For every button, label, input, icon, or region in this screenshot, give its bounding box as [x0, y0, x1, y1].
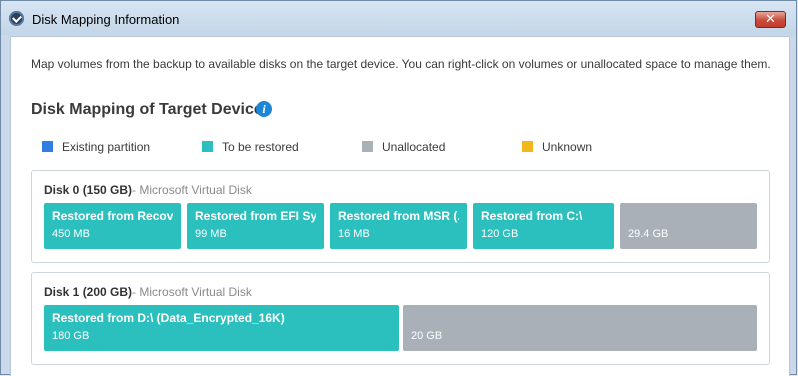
partition-recovery[interactable]: Restored from Recov. 450 MB — [44, 203, 181, 249]
disk-model: - Microsoft Virtual Disk — [132, 183, 252, 197]
legend-label: Unknown — [542, 140, 593, 154]
disk-1-panel: Disk 1 (200 GB)- Microsoft Virtual Disk … — [31, 272, 770, 365]
legend-label: To be restored — [222, 140, 299, 154]
info-icon[interactable]: i — [256, 101, 272, 117]
legend-item-unallocated: Unallocated — [362, 140, 445, 154]
partition-label: Restored from D:\ (Data_Encrypted_16K) — [52, 311, 285, 325]
partition-msr[interactable]: Restored from MSR (. 16 MB — [330, 203, 467, 249]
disk-name: Disk 0 (150 GB) — [44, 183, 133, 197]
partition-label: Restored from Recov. — [52, 209, 173, 223]
legend-swatch — [522, 141, 533, 152]
legend: Existing partition To be restored Unallo… — [11, 140, 789, 156]
partition-size: 20 GB — [411, 330, 443, 342]
disk-0-panel: Disk 0 (150 GB)- Microsoft Virtual Disk … — [31, 170, 770, 263]
disk-model: - Microsoft Virtual Disk — [132, 285, 252, 299]
partition-d-drive[interactable]: Restored from D:\ (Data_Encrypted_16K) 1… — [44, 305, 399, 351]
partition-size: 29.4 GB — [628, 228, 669, 240]
partition-size: 450 MB — [52, 228, 90, 240]
close-button[interactable]: ✕ — [755, 11, 786, 28]
partition-size: 120 GB — [481, 228, 519, 240]
legend-item-unknown: Unknown — [522, 140, 592, 154]
disk-header: Disk 1 (200 GB)- Microsoft Virtual Disk — [44, 285, 252, 299]
unallocated-space[interactable]: 29.4 GB — [620, 203, 757, 249]
partition-label: Restored from C:\ — [481, 209, 583, 223]
legend-item-to-be-restored: To be restored — [202, 140, 299, 154]
partition-label: Restored from EFI Sys — [195, 209, 316, 223]
disk-mapping-window: Disk Mapping Information ✕ Map volumes f… — [0, 0, 797, 376]
disk-name: Disk 1 (200 GB) — [44, 285, 133, 299]
intro-text: Map volumes from the backup to available… — [31, 57, 771, 71]
disk-header: Disk 0 (150 GB)- Microsoft Virtual Disk — [44, 183, 252, 197]
partition-size: 99 MB — [195, 228, 227, 240]
partition-label: Restored from MSR (. — [338, 209, 459, 223]
legend-label: Existing partition — [62, 140, 151, 154]
legend-swatch — [42, 141, 53, 152]
partition-c-drive[interactable]: Restored from C:\ 120 GB — [473, 203, 614, 249]
legend-item-existing: Existing partition — [42, 140, 150, 154]
title-bar[interactable]: Disk Mapping Information ✕ — [1, 1, 796, 35]
legend-swatch — [202, 141, 213, 152]
partition-efi-system[interactable]: Restored from EFI Sys 99 MB — [187, 203, 324, 249]
partition-size: 180 GB — [52, 330, 90, 342]
content-panel: Map volumes from the backup to available… — [10, 36, 790, 376]
section-title: Disk Mapping of Target Device — [31, 101, 263, 118]
app-shield-icon — [9, 11, 24, 26]
legend-swatch — [362, 141, 373, 152]
unallocated-space[interactable]: 20 GB — [403, 305, 757, 351]
legend-label: Unallocated — [382, 140, 446, 154]
window-title: Disk Mapping Information — [32, 12, 180, 27]
partition-size: 16 MB — [338, 228, 370, 240]
